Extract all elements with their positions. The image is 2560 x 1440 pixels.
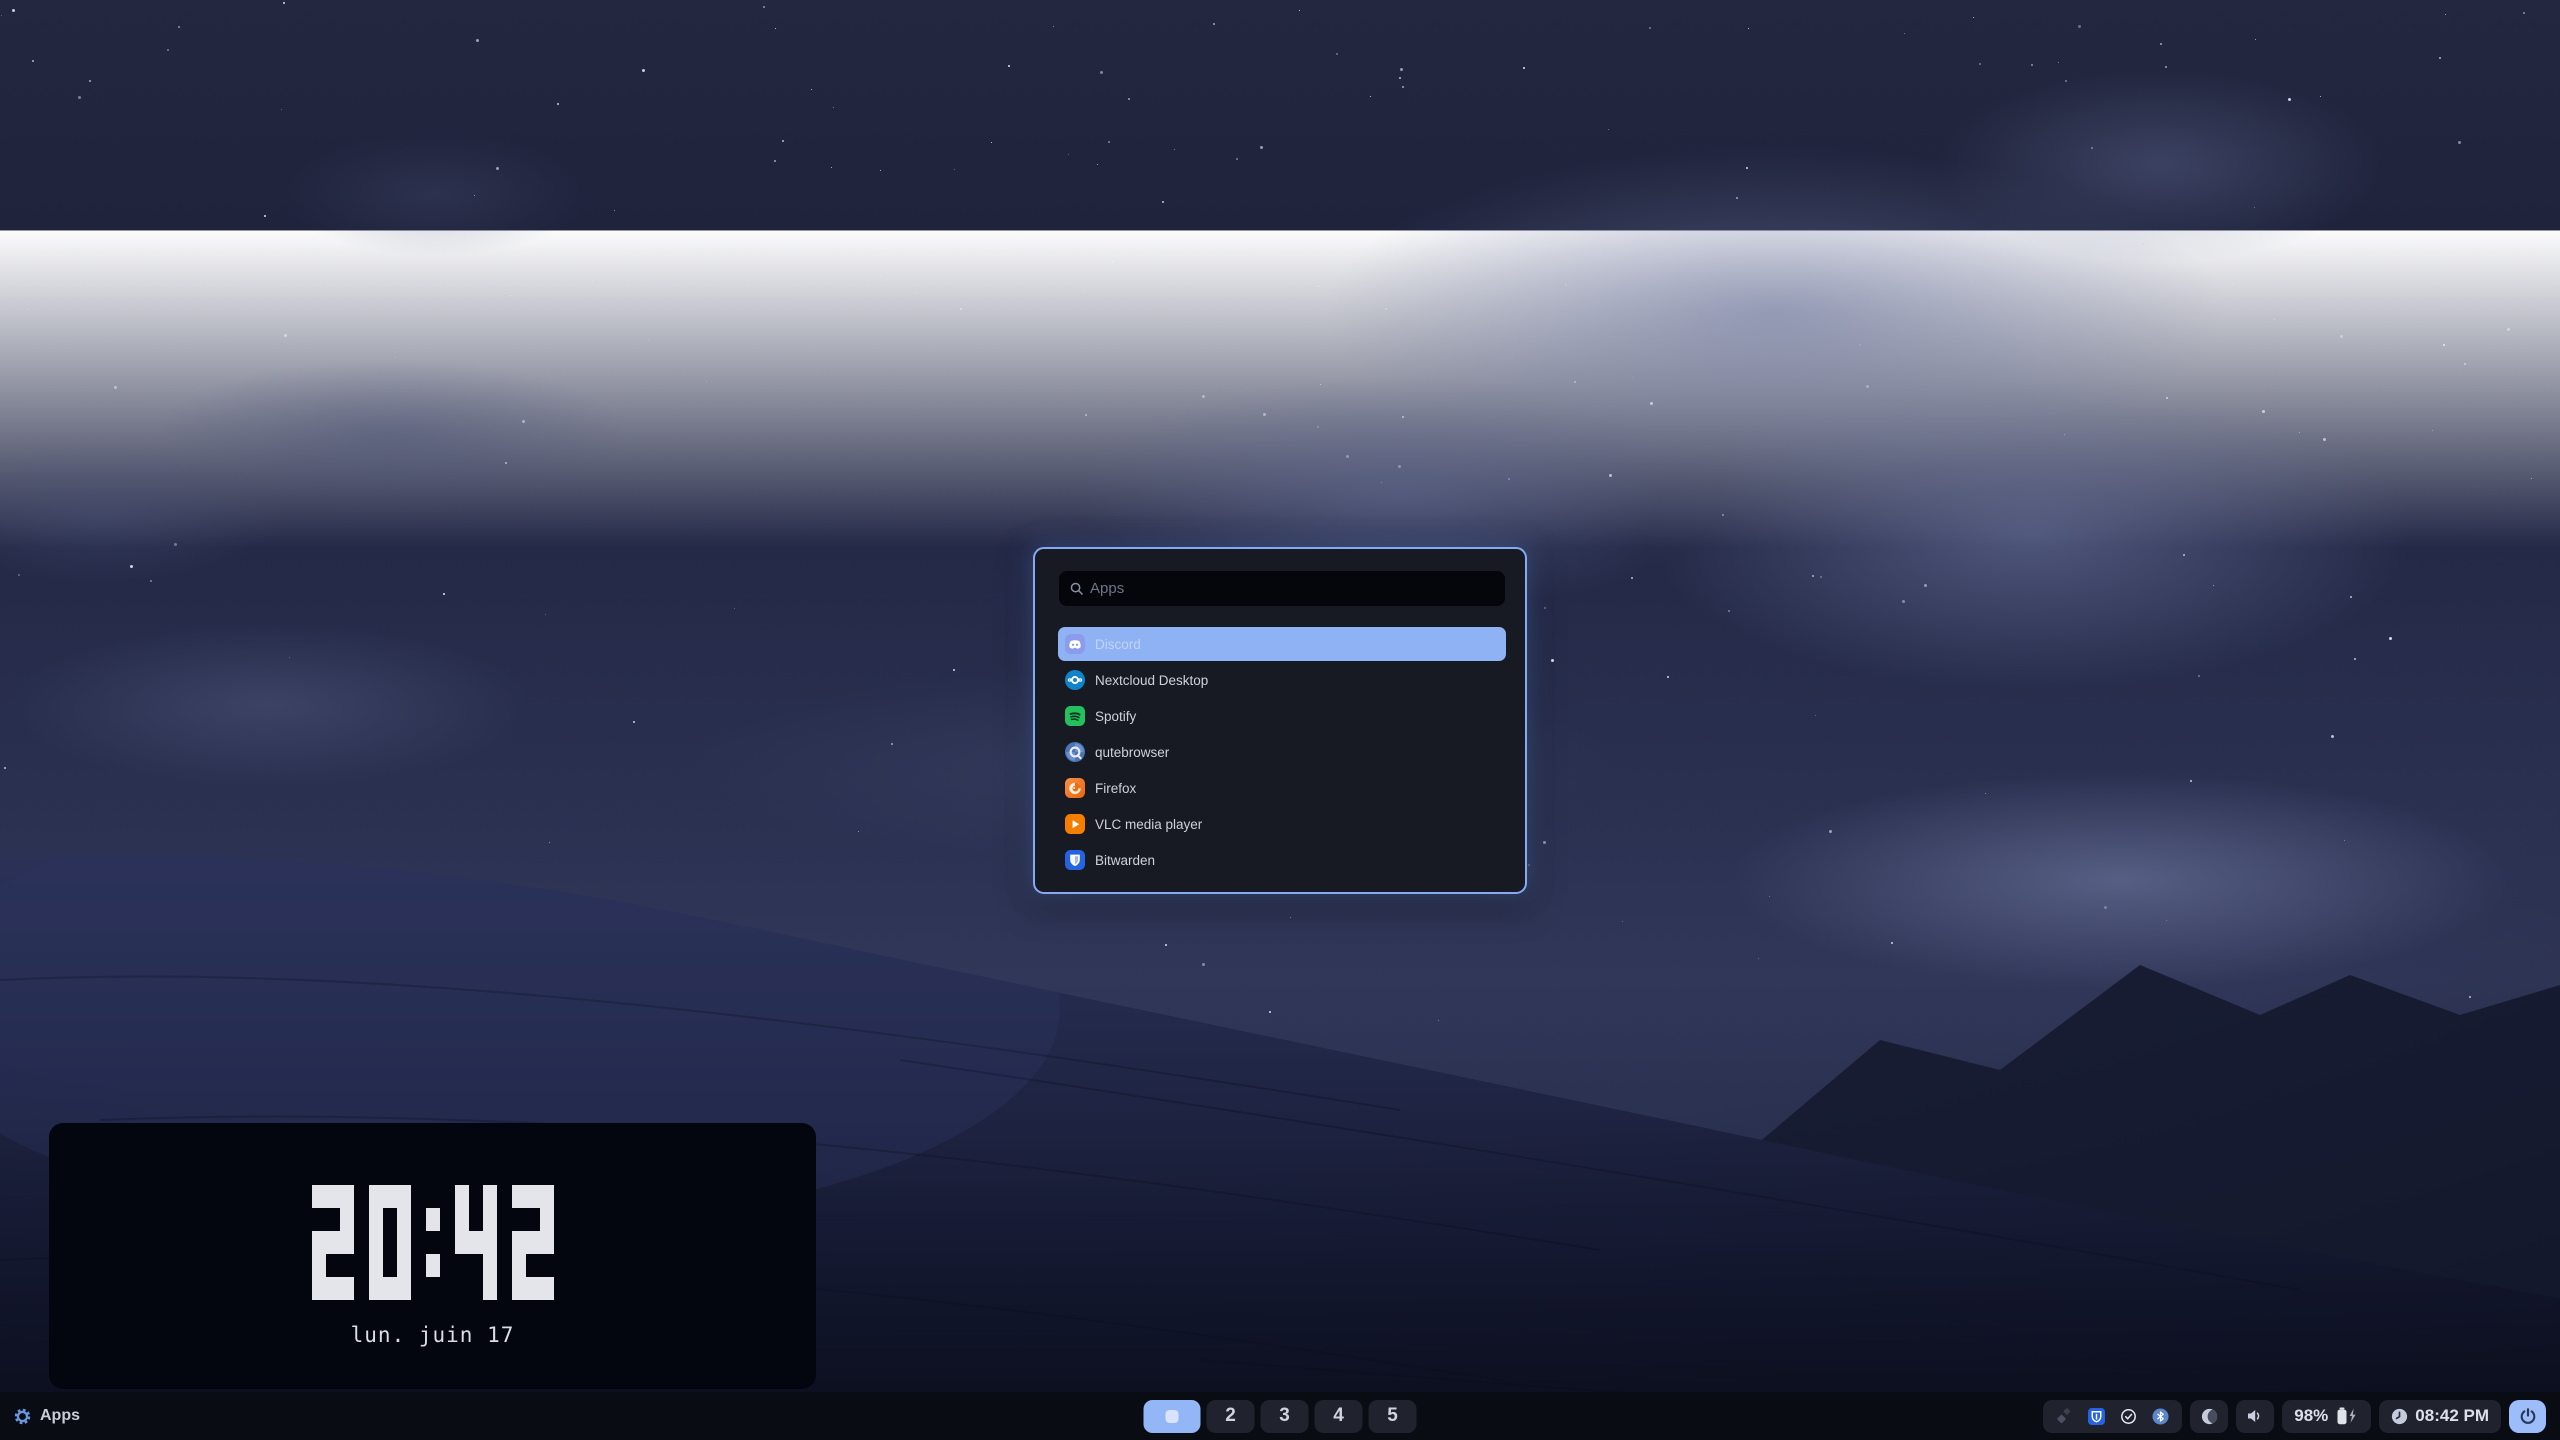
bar-clock[interactable]: 08:42 PM xyxy=(2379,1400,2501,1433)
vlc-icon xyxy=(1065,814,1085,834)
app-launcher: Discord Nextcloud Desktop Spotify qutebr… xyxy=(1033,547,1527,894)
bar-clock-time: 08:42 PM xyxy=(2415,1406,2489,1426)
clock-widget-time xyxy=(312,1185,554,1300)
night-light-toggle[interactable] xyxy=(2190,1400,2228,1433)
bitwarden-tray-icon[interactable] xyxy=(2088,1408,2105,1425)
launcher-item-spotify[interactable]: Spotify xyxy=(1058,699,1506,733)
launcher-item-label: VLC media player xyxy=(1095,817,1202,832)
launcher-item-vlc[interactable]: VLC media player xyxy=(1058,807,1506,841)
launcher-item-qutebrowser[interactable]: qutebrowser xyxy=(1058,735,1506,769)
clock-icon xyxy=(2391,1408,2408,1425)
workspace-2[interactable]: 2 xyxy=(1207,1400,1255,1433)
search-input[interactable] xyxy=(1088,579,1495,598)
bitwarden-icon xyxy=(1065,850,1085,870)
launcher-item-nextcloud[interactable]: Nextcloud Desktop xyxy=(1058,663,1506,697)
sync-arrows-icon[interactable] xyxy=(2056,1408,2073,1425)
apps-button-label: Apps xyxy=(40,1407,80,1425)
active-workspace-indicator xyxy=(1166,1410,1179,1423)
qutebrowser-icon xyxy=(1065,742,1085,762)
launcher-item-label: qutebrowser xyxy=(1095,745,1169,760)
moon-icon xyxy=(2201,1408,2218,1425)
gear-icon xyxy=(13,1407,32,1426)
taskbar: Apps 2 3 4 5 98% 08:42 PM xyxy=(0,1392,2560,1440)
workspace-4[interactable]: 4 xyxy=(1315,1400,1363,1433)
battery-status[interactable]: 98% xyxy=(2282,1400,2371,1433)
search-icon xyxy=(1069,581,1084,596)
workspace-5[interactable]: 5 xyxy=(1369,1400,1417,1433)
workspace-1[interactable] xyxy=(1144,1400,1201,1433)
clock-widget: lun. juin 17 xyxy=(49,1123,816,1389)
nextcloud-icon xyxy=(1065,670,1085,690)
speaker-icon xyxy=(2246,1408,2264,1424)
launcher-app-list: Discord Nextcloud Desktop Spotify qutebr… xyxy=(1058,627,1506,879)
system-tray: 98% 08:42 PM xyxy=(2043,1392,2546,1440)
workspace-switcher: 2 3 4 5 xyxy=(1144,1392,1417,1440)
launcher-item-discord[interactable]: Discord xyxy=(1058,627,1506,661)
launcher-item-firefox[interactable]: Firefox xyxy=(1058,771,1506,805)
battery-charging-icon xyxy=(2335,1407,2359,1425)
clock-widget-date: lun. juin 17 xyxy=(49,1323,816,1347)
apps-button[interactable]: Apps xyxy=(13,1392,80,1440)
battery-percent: 98% xyxy=(2294,1406,2328,1426)
check-circle-icon[interactable] xyxy=(2120,1408,2137,1425)
workspace-3[interactable]: 3 xyxy=(1261,1400,1309,1433)
launcher-item-label: Nextcloud Desktop xyxy=(1095,673,1208,688)
launcher-item-label: Spotify xyxy=(1095,709,1136,724)
bluetooth-icon[interactable] xyxy=(2152,1408,2169,1425)
launcher-search xyxy=(1059,571,1505,606)
firefox-icon xyxy=(1065,778,1085,798)
tray-icon-group xyxy=(2043,1400,2182,1433)
launcher-item-label: Firefox xyxy=(1095,781,1136,796)
power-icon xyxy=(2519,1407,2537,1425)
launcher-item-label: Discord xyxy=(1095,637,1141,652)
launcher-item-bitwarden[interactable]: Bitwarden xyxy=(1058,843,1506,877)
volume-control[interactable] xyxy=(2236,1400,2274,1433)
discord-icon xyxy=(1065,634,1085,654)
spotify-icon xyxy=(1065,706,1085,726)
launcher-item-label: Bitwarden xyxy=(1095,853,1155,868)
power-button[interactable] xyxy=(2509,1400,2546,1433)
